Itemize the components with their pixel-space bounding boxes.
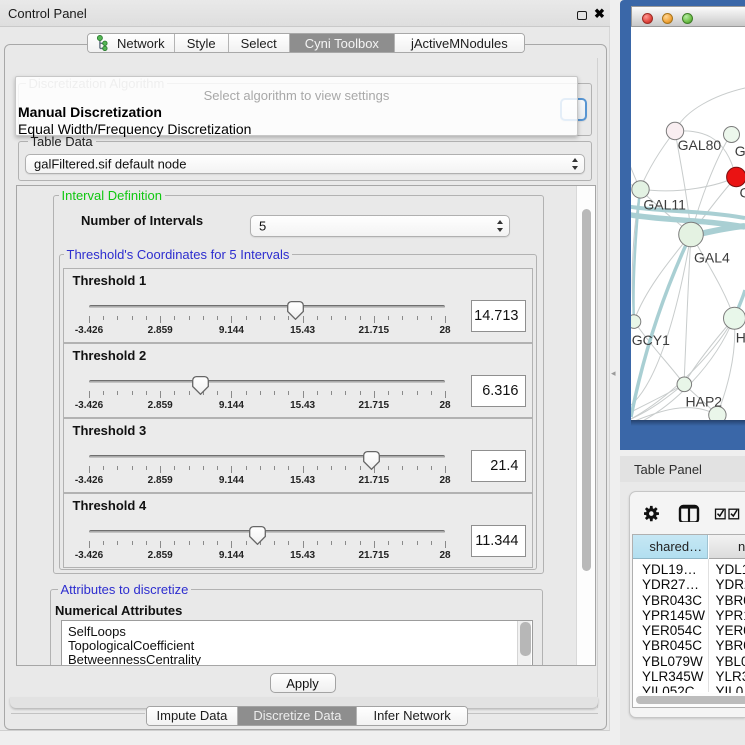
- svg-text:GAL11: GAL11: [643, 197, 686, 213]
- svg-text:CY: CY: [740, 185, 745, 201]
- svg-text:GAL80: GAL80: [678, 137, 722, 153]
- svg-text:H: H: [736, 330, 745, 346]
- svg-text:GA: GA: [735, 143, 745, 159]
- svg-text:HAP2: HAP2: [686, 394, 723, 410]
- svg-text:GCY1: GCY1: [632, 332, 670, 348]
- svg-text:GAL4: GAL4: [694, 250, 730, 266]
